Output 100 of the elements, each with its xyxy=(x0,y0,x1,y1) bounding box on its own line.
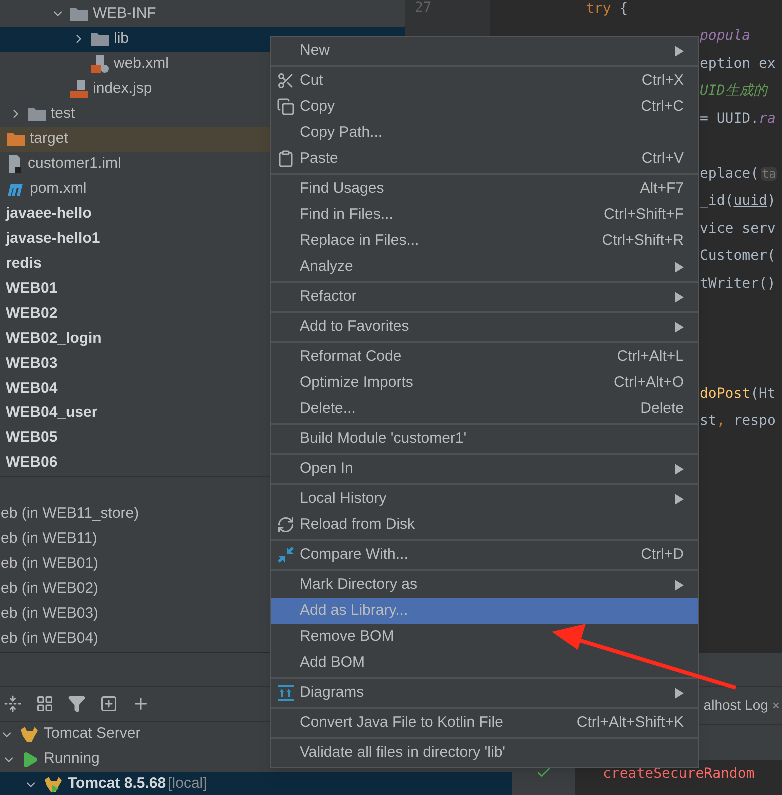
menu-item[interactable]: Add BOM xyxy=(271,650,698,676)
menu-item[interactable]: Replace in Files... Ctrl+Shift+R xyxy=(271,228,698,254)
artifact-item[interactable]: eb (in WEB02) xyxy=(1,578,99,601)
menu-item-label: Build Module 'customer1' xyxy=(300,428,467,449)
menu-item[interactable]: Analyze xyxy=(271,254,698,280)
service-location: [local] xyxy=(168,774,208,794)
menu-item-label: Reload from Disk xyxy=(300,514,416,535)
shortcut-label: Ctrl+Alt+L xyxy=(617,346,684,367)
code-line: doPost(Ht xyxy=(700,386,776,402)
xml-file-icon xyxy=(90,54,110,74)
menu-item[interactable]: Find in Files... Ctrl+Shift+F xyxy=(271,202,698,228)
menu-item-label: Add to Favorites xyxy=(300,316,410,337)
menu-item-label: Add as Library... xyxy=(300,600,408,621)
artifact-item[interactable]: eb (in WEB11) xyxy=(1,528,98,551)
close-icon[interactable]: × xyxy=(772,696,780,716)
menu-item[interactable]: Reload from Disk xyxy=(271,512,698,538)
cat-icon xyxy=(19,726,39,744)
artifact-item[interactable]: eb (in WEB01) xyxy=(1,553,99,576)
menu-item[interactable]: Refactor xyxy=(271,284,698,310)
filter-icon[interactable] xyxy=(68,695,86,713)
menu-item-label: Copy xyxy=(300,96,336,117)
tree-label: WEB-INF xyxy=(93,4,156,24)
menu-item-label: Convert Java File to Kotlin File xyxy=(300,712,504,733)
folder-icon xyxy=(27,106,47,122)
service-label: Tomcat Server xyxy=(44,724,141,744)
shortcut-label: Delete xyxy=(640,398,684,419)
menu-item[interactable]: Local History xyxy=(271,486,698,512)
tree-label: target xyxy=(30,128,68,149)
folder-icon xyxy=(6,131,26,148)
menu-item-label: Compare With... xyxy=(300,544,408,565)
menu-item-label: Replace in Files... xyxy=(300,230,420,251)
tree-label: pom.xml xyxy=(30,178,87,199)
menu-item[interactable]: Cut Ctrl+X xyxy=(271,68,698,94)
menu-item[interactable]: Compare With... Ctrl+D xyxy=(271,542,698,568)
add-icon[interactable] xyxy=(132,695,150,713)
log-tab[interactable]: alhost Log xyxy=(704,695,768,716)
module-file-icon xyxy=(6,154,24,174)
menu-item[interactable]: Reformat Code Ctrl+Alt+L xyxy=(271,344,698,370)
menu-item-label: Local History xyxy=(300,488,387,509)
code-line: eplace( ta xyxy=(700,166,778,182)
tree-label: customer1.iml xyxy=(28,154,122,174)
artifact-item[interactable]: eb (in WEB04) xyxy=(1,628,99,651)
code-line: popula xyxy=(700,28,751,44)
tree-label: test xyxy=(51,104,76,124)
compare-icon xyxy=(276,546,294,564)
menu-item[interactable]: Copy Ctrl+C xyxy=(271,94,698,120)
code-line: tWriter() xyxy=(700,276,776,292)
shortcut-label: Ctrl+Shift+F xyxy=(604,204,684,225)
code-line: UID生成的 xyxy=(700,83,768,100)
menu-item[interactable]: Add to Favorites xyxy=(271,314,698,340)
menu-item-label: Find in Files... xyxy=(300,204,394,225)
code-line: st, respo xyxy=(700,413,776,430)
menu-item[interactable]: Build Module 'customer1' xyxy=(271,426,698,452)
play-icon xyxy=(21,750,39,768)
shortcut-label: Ctrl+Shift+R xyxy=(602,230,684,251)
artifact-item[interactable]: eb (in WEB03) xyxy=(1,603,99,626)
group-icon[interactable] xyxy=(36,695,54,713)
menu-item-label: Diagrams xyxy=(300,682,364,703)
folder-icon xyxy=(69,6,89,22)
collapse-all-icon[interactable] xyxy=(4,695,22,713)
add-frame-icon[interactable] xyxy=(100,695,118,713)
tree-label: lib xyxy=(114,29,130,50)
shortcut-label: Ctrl+D xyxy=(641,544,684,565)
jsp-file-icon xyxy=(69,79,89,100)
menu-item-label: Cut xyxy=(300,70,324,91)
clipboard-icon xyxy=(276,150,294,168)
menu-item-label: Delete... xyxy=(300,398,356,419)
menu-item[interactable]: Diagrams xyxy=(271,680,698,706)
menu-item[interactable]: Delete... Delete xyxy=(271,396,698,422)
folder-icon xyxy=(90,31,110,48)
service-label: Tomcat 8.5.68 xyxy=(68,774,166,794)
menu-item-label: Refactor xyxy=(300,286,357,307)
cat-icon xyxy=(43,776,63,794)
code-line: _id(uuid) xyxy=(700,193,776,210)
code-line: eption ex xyxy=(700,56,776,72)
shortcut-label: Ctrl+X xyxy=(642,70,684,91)
scissors-icon xyxy=(276,72,294,90)
reload-icon xyxy=(276,516,294,534)
console-error-text: createSecureRandom xyxy=(603,766,755,782)
menu-item-label: Mark Directory as xyxy=(300,574,418,595)
menu-item[interactable]: Convert Java File to Kotlin File Ctrl+Alt+Shift+K xyxy=(271,710,698,736)
menu-item[interactable]: Validate all files in directory 'lib' xyxy=(271,740,698,766)
code-line: vice serv xyxy=(700,220,776,237)
menu-item[interactable]: Open In xyxy=(271,456,698,482)
code-line: Customer( xyxy=(700,248,776,264)
menu-item[interactable]: Remove BOM xyxy=(271,624,698,650)
copy-icon xyxy=(276,98,294,116)
menu-item[interactable]: Mark Directory as xyxy=(271,572,698,598)
code-line: try { xyxy=(586,0,628,17)
menu-item[interactable]: Optimize Imports Ctrl+Alt+O xyxy=(271,370,698,396)
service-label: Running xyxy=(44,749,100,770)
artifact-item[interactable]: eb (in WEB11_store) xyxy=(1,503,140,526)
code-line: = UUID.ra xyxy=(700,110,776,127)
menu-item-label: Open In xyxy=(300,458,354,479)
tree-label: index.jsp xyxy=(93,79,152,100)
menu-item[interactable]: Find Usages Alt+F7 xyxy=(271,176,698,202)
shortcut-label: Alt+F7 xyxy=(640,178,684,199)
service-row[interactable]: Tomcat 8.5.68[local] xyxy=(0,772,512,795)
menu-item-label: Analyze xyxy=(300,256,354,277)
tree-row[interactable]: WEB-INF xyxy=(0,2,405,27)
